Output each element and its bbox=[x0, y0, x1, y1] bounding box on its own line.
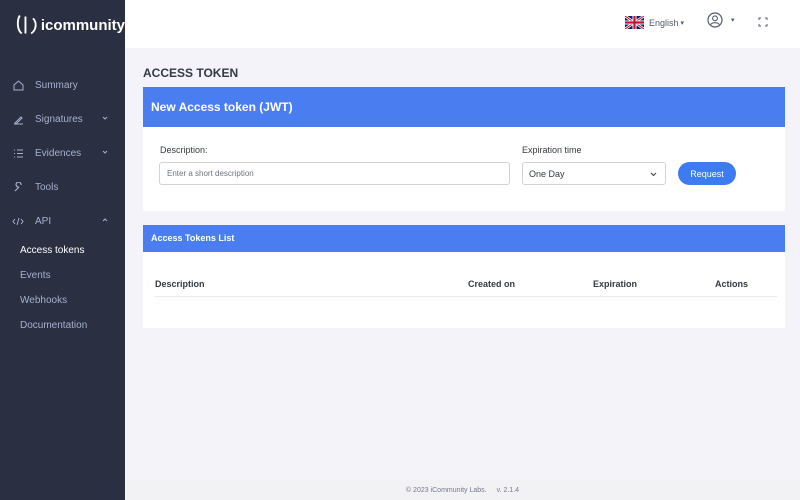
description-label: Description: bbox=[160, 145, 208, 155]
pen-icon bbox=[12, 113, 24, 125]
fullscreen-icon[interactable] bbox=[758, 17, 768, 27]
user-menu[interactable]: ▾ bbox=[707, 12, 735, 28]
tokens-list-card: Access Tokens List Description Created o… bbox=[143, 225, 785, 328]
description-input[interactable]: Enter a short description bbox=[159, 162, 510, 185]
user-circle-icon bbox=[707, 12, 723, 28]
footer-copyright: © 2023 iCommunity Labs. bbox=[405, 486, 487, 494]
sidebar-item-label: Tools bbox=[35, 181, 59, 193]
sidebar-item-label: API bbox=[35, 215, 52, 227]
sidebar: icommunity Summary Signatures Evidences bbox=[0, 0, 125, 500]
sidebar-item-signatures[interactable]: Signatures bbox=[0, 102, 125, 136]
new-token-header: New Access token (JWT) bbox=[143, 87, 785, 127]
tokens-table-header: Description Created on Expiration Action… bbox=[155, 279, 777, 297]
chevron-down-icon bbox=[102, 116, 108, 120]
sidebar-item-tools[interactable]: Tools bbox=[0, 170, 125, 204]
sidebar-subitem-documentation[interactable]: Documentation bbox=[0, 313, 125, 338]
request-button[interactable]: Request bbox=[678, 162, 736, 185]
sidebar-item-label: Signatures bbox=[35, 113, 83, 125]
sidebar-item-summary[interactable]: Summary bbox=[0, 68, 125, 102]
chevron-down-icon bbox=[650, 172, 657, 177]
brand-logo[interactable]: icommunity bbox=[0, 0, 125, 50]
sidebar-subitem-access-tokens[interactable]: Access tokens bbox=[0, 238, 125, 263]
list-icon bbox=[12, 147, 24, 159]
brand-name: icommunity bbox=[40, 16, 125, 34]
expiration-select[interactable]: One Day bbox=[522, 162, 666, 185]
sidebar-item-evidences[interactable]: Evidences bbox=[0, 136, 125, 170]
tools-icon bbox=[12, 181, 24, 193]
code-icon bbox=[12, 215, 24, 227]
main-content: ACCESS TOKEN New Access token (JWT) Desc… bbox=[143, 48, 785, 328]
icommunity-logo-icon bbox=[16, 15, 37, 35]
column-header-expiration: Expiration bbox=[593, 279, 638, 289]
footer: © 2023 iCommunity Labs. v. 2.1.4 bbox=[125, 480, 800, 500]
column-header-created-on: Created on bbox=[468, 279, 516, 289]
sidebar-subitem-webhooks[interactable]: Webhooks bbox=[0, 288, 125, 313]
caret-down-icon: ▾ bbox=[731, 17, 735, 24]
column-header-actions: Actions bbox=[715, 279, 749, 289]
chevron-down-icon bbox=[102, 150, 108, 154]
sidebar-item-api[interactable]: API bbox=[0, 204, 125, 238]
language-label: English bbox=[649, 17, 679, 28]
uk-flag-icon bbox=[625, 16, 644, 29]
new-token-card: New Access token (JWT) Description: Ente… bbox=[143, 87, 785, 211]
home-icon bbox=[12, 79, 24, 91]
sidebar-item-label: Summary bbox=[35, 79, 78, 91]
chevron-up-icon bbox=[102, 218, 108, 222]
column-header-description: Description bbox=[155, 279, 205, 289]
tokens-list-header: Access Tokens List bbox=[143, 225, 785, 252]
language-selector[interactable]: English ▾ bbox=[625, 16, 684, 29]
expiration-label: Expiration time bbox=[522, 145, 582, 155]
expiration-value: One Day bbox=[529, 169, 565, 179]
sidebar-subitem-events[interactable]: Events bbox=[0, 263, 125, 288]
topbar: English ▾ ▾ bbox=[125, 0, 800, 48]
sidebar-nav: Summary Signatures Evidences Tools API A… bbox=[0, 68, 125, 338]
caret-down-icon: ▾ bbox=[680, 19, 685, 27]
page-title: ACCESS TOKEN bbox=[143, 66, 239, 80]
sidebar-item-label: Evidences bbox=[35, 147, 82, 159]
footer-version: v. 2.1.4 bbox=[496, 486, 520, 494]
